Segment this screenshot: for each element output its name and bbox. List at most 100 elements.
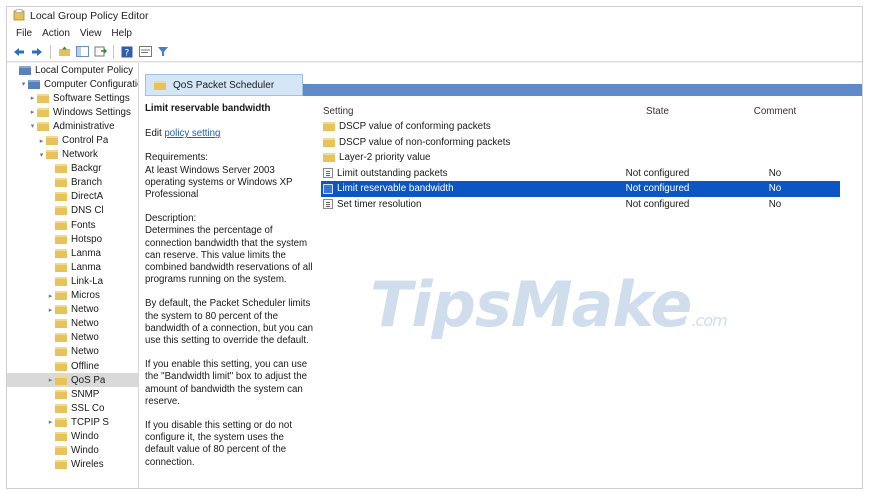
chevron-down-icon[interactable]: ▾	[37, 151, 46, 159]
edit-policy-link[interactable]: policy setting	[164, 128, 220, 139]
tree-item[interactable]: Offline	[7, 359, 138, 373]
tree-item[interactable]: Windo	[7, 429, 138, 443]
tree-item[interactable]: SNMP	[7, 387, 138, 401]
navigation-tree[interactable]: Local Computer Policy ▾ Computer Configura…	[7, 63, 139, 488]
chevron-right-icon[interactable]: ▸	[37, 137, 46, 145]
setting-name: DSCP value of non-conforming packets	[339, 136, 511, 148]
chevron-down-icon[interactable]: ▾	[28, 122, 37, 130]
tree-item[interactable]: Branch	[7, 176, 138, 190]
folder-icon	[55, 319, 67, 329]
details-pane: QoS Packet Scheduler Limit reservable ba…	[139, 63, 862, 488]
chevron-right-icon[interactable]: ▸	[46, 376, 55, 384]
tab-qos-packet-scheduler[interactable]: QoS Packet Scheduler	[145, 74, 303, 96]
tree-item-label: Windo	[71, 445, 99, 457]
chevron-right-icon[interactable]: ▸	[28, 94, 37, 102]
setting-row[interactable]: DSCP value of non-conforming packets	[321, 135, 840, 151]
requirements-text: At least Windows Server 2003 operating s…	[145, 164, 293, 201]
comment-cell: No	[768, 198, 782, 210]
tree-item-label: Hotspo	[71, 233, 103, 245]
tree-item[interactable]: ▸ Micros	[7, 289, 138, 303]
tree-item[interactable]: ▸ Netwo	[7, 303, 138, 317]
setting-name: Limit outstanding packets	[337, 167, 448, 179]
policy-heading: Limit reservable bandwidth	[145, 103, 271, 114]
chevron-right-icon[interactable]: ▸	[46, 292, 55, 300]
folder-icon	[37, 107, 49, 117]
back-icon[interactable]	[11, 44, 27, 60]
tree-item[interactable]: ▸ Control Pa	[7, 133, 138, 147]
tree-item[interactable]: DNS Cl	[7, 204, 138, 218]
up-folder-icon[interactable]	[56, 44, 72, 60]
tree-item[interactable]: ▸ TCPIP S	[7, 415, 138, 429]
chevron-right-icon[interactable]: ▸	[28, 108, 37, 116]
folder-icon	[55, 192, 67, 202]
tree-item-label: Administrative	[53, 120, 115, 132]
tree-item[interactable]: Netwo	[7, 345, 138, 359]
setting-row[interactable]: Limit outstanding packets Not configured N…	[321, 166, 840, 182]
tree-item-label: Software Settings	[53, 92, 130, 104]
tree-item[interactable]: ▾ Computer Configuration	[7, 77, 138, 91]
folder-icon	[55, 206, 67, 216]
menu-bar: File Action View Help	[7, 25, 862, 42]
tree-item[interactable]: ▸ Windows Settings	[7, 105, 138, 119]
folder-icon	[55, 417, 67, 427]
tree-item[interactable]: Netwo	[7, 317, 138, 331]
tree-item[interactable]: ▸ QoS Pa	[7, 373, 138, 388]
tree-item[interactable]: ▾ Network	[7, 148, 138, 162]
setting-name: Layer-2 priority value	[339, 152, 431, 164]
tree-item-label: DirectA	[71, 191, 104, 203]
help-icon[interactable]: ?	[119, 44, 135, 60]
filter-icon[interactable]	[155, 44, 171, 60]
folder-icon	[55, 403, 67, 413]
menu-action[interactable]: Action	[37, 28, 75, 39]
forward-icon[interactable]	[29, 44, 45, 60]
export-list-icon[interactable]	[92, 44, 108, 60]
tree-item[interactable]: Fonts	[7, 218, 138, 232]
setting-name: DSCP value of conforming packets	[339, 121, 491, 133]
column-setting[interactable]: Setting	[321, 106, 605, 117]
tree-item[interactable]: Backgr	[7, 162, 138, 176]
folder-icon	[55, 220, 67, 230]
menu-file[interactable]: File	[11, 28, 37, 39]
properties-icon[interactable]	[137, 44, 153, 60]
tree-item[interactable]: Windo	[7, 444, 138, 458]
setting-row[interactable]: Set timer resolution Not configured No	[321, 197, 840, 213]
tree-item[interactable]: Link-La	[7, 274, 138, 288]
menu-view[interactable]: View	[75, 28, 107, 39]
tree-item-label: Control Pa	[62, 135, 109, 147]
setting-cell: DSCP value of conforming packets	[321, 121, 605, 132]
setting-row[interactable]: Layer-2 priority value	[321, 150, 840, 166]
show-hide-tree-icon[interactable]	[74, 44, 90, 60]
description-paragraph: Determines the percentage of connection …	[145, 225, 313, 286]
tree-item[interactable]: Lanma	[7, 260, 138, 274]
watermark-suffix: .com	[691, 311, 727, 330]
tree-item-label: SNMP	[71, 388, 100, 400]
folder-icon	[55, 389, 67, 399]
tree-item-label: QoS Pa	[71, 374, 106, 386]
tree-item[interactable]: Wireles	[7, 458, 138, 472]
watermark-logo: TipsMake.com	[370, 268, 728, 341]
setting-row[interactable]: DSCP value of conforming packets	[321, 119, 840, 135]
tree-item-label: Local Computer Policy	[35, 64, 134, 76]
requirements-label: Requirements:	[145, 152, 208, 164]
chevron-right-icon[interactable]: ▸	[46, 418, 55, 426]
list-header: Setting State Comment	[321, 103, 840, 119]
setting-cell: Limit reservable bandwidth	[321, 183, 605, 194]
folder-icon	[55, 431, 67, 441]
menu-help[interactable]: Help	[106, 28, 137, 39]
tree-item[interactable]: SSL Co	[7, 401, 138, 415]
setting-row[interactable]: Limit reservable bandwidth Not configured…	[321, 181, 840, 197]
column-comment[interactable]: Comment	[710, 106, 840, 117]
column-state[interactable]: State	[605, 106, 710, 117]
tree-item[interactable]: Lanma	[7, 246, 138, 260]
folder-icon	[55, 178, 67, 188]
tree-item[interactable]: Netwo	[7, 331, 138, 345]
tree-item[interactable]: Hotspo	[7, 232, 138, 246]
tree-item[interactable]: Local Computer Policy	[7, 63, 138, 77]
folder-icon	[55, 305, 67, 315]
folder-icon	[46, 150, 58, 160]
chevron-right-icon[interactable]: ▸	[46, 306, 55, 314]
tree-item[interactable]: DirectA	[7, 190, 138, 204]
tree-item[interactable]: ▸ Software Settings	[7, 91, 138, 105]
chevron-down-icon[interactable]: ▾	[19, 80, 28, 88]
tree-item[interactable]: ▾ Administrative	[7, 119, 138, 133]
